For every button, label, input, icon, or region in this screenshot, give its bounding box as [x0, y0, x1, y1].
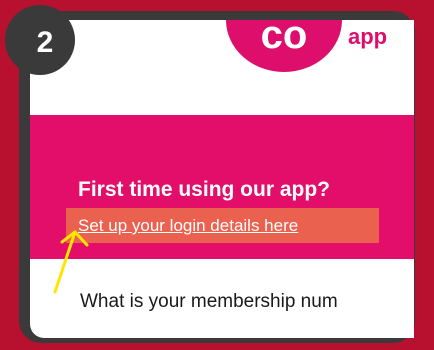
annotation-arrow-icon [53, 230, 89, 294]
